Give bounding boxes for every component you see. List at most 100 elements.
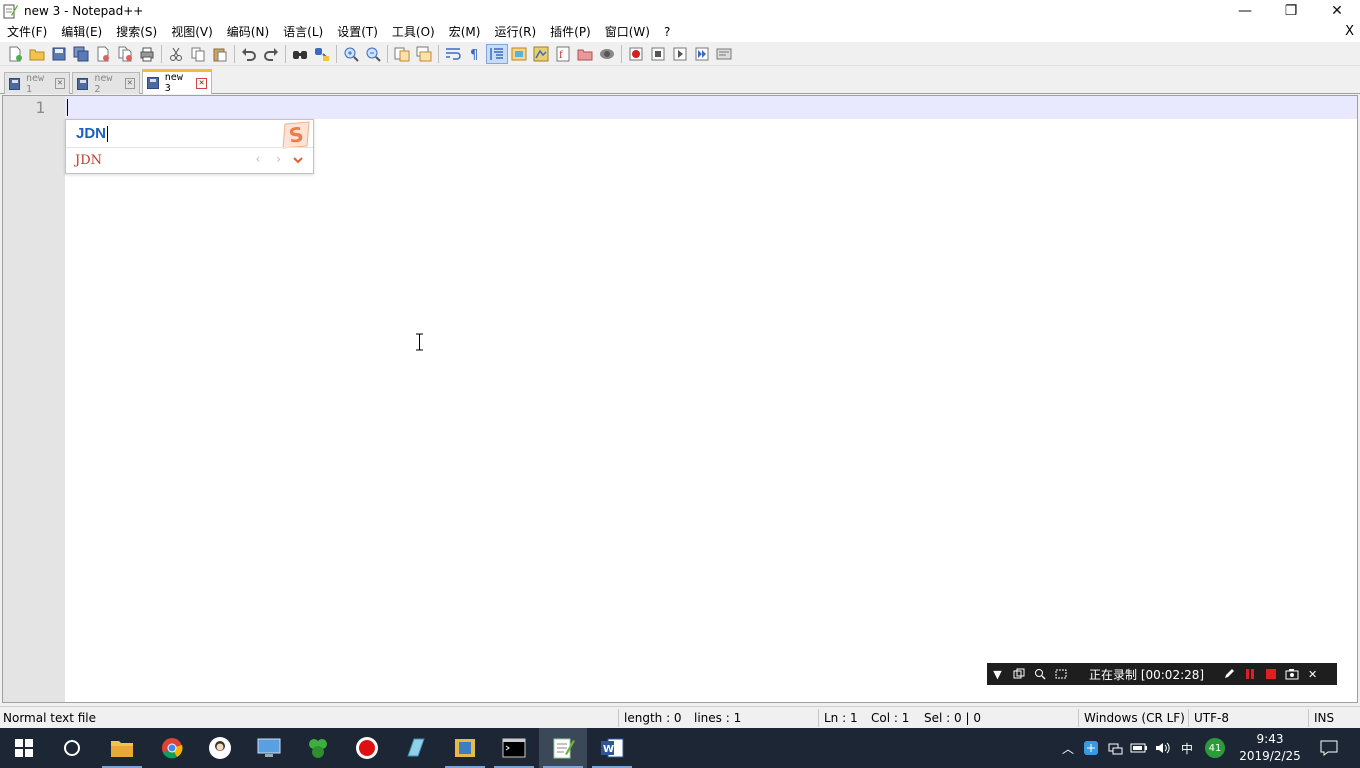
close-document-button[interactable]: X: [1345, 22, 1354, 42]
paste-icon[interactable]: [209, 44, 231, 64]
title-bar: new 3 - Notepad++ — ❐ ✕: [0, 0, 1360, 22]
word-icon[interactable]: W: [588, 728, 636, 768]
volume-icon[interactable]: [1152, 728, 1174, 768]
folder-as-workspace-icon[interactable]: [574, 44, 596, 64]
tab-new-1[interactable]: new 1 ✕: [4, 72, 70, 95]
toolbar-separator: [621, 44, 622, 63]
sync-vertical-icon[interactable]: [391, 44, 413, 64]
menu-settings[interactable]: 设置(T): [330, 22, 385, 42]
function-list-icon[interactable]: f: [552, 44, 574, 64]
terminal-icon[interactable]: [490, 728, 538, 768]
avatar-app-icon[interactable]: [196, 728, 244, 768]
tab-close-icon[interactable]: ✕: [54, 78, 65, 89]
stop-icon[interactable]: [1260, 663, 1281, 685]
status-separator: [1078, 709, 1079, 727]
save-all-icon[interactable]: [70, 44, 92, 64]
tab-new-2[interactable]: new 2 ✕: [72, 72, 140, 95]
zoom-out-icon[interactable]: [362, 44, 384, 64]
svg-text:¶: ¶: [470, 48, 478, 62]
menu-encoding[interactable]: 编码(N): [220, 22, 276, 42]
ime-page-nav[interactable]: ‹ ›: [256, 152, 287, 166]
replace-icon[interactable]: [311, 44, 333, 64]
menu-file[interactable]: 文件(F): [0, 22, 54, 42]
file-icon: [77, 77, 89, 90]
menu-plugins[interactable]: 插件(P): [543, 22, 598, 42]
notification-icon[interactable]: [1314, 728, 1344, 768]
save-icon[interactable]: [48, 44, 70, 64]
find-icon[interactable]: [289, 44, 311, 64]
tray-app-icon[interactable]: [1080, 728, 1102, 768]
start-button-icon[interactable]: [0, 728, 48, 768]
monitoring-icon[interactable]: [596, 44, 618, 64]
chevron-down-icon[interactable]: [291, 152, 305, 168]
menu-window[interactable]: 窗口(W): [598, 22, 657, 42]
status-separator: [818, 709, 819, 727]
status-encoding[interactable]: UTF-8: [1194, 707, 1229, 729]
close-all-icon[interactable]: [114, 44, 136, 64]
toolbar-separator: [285, 44, 286, 63]
file-explorer-icon[interactable]: [98, 728, 146, 768]
cut-icon[interactable]: [165, 44, 187, 64]
undo-icon[interactable]: [238, 44, 260, 64]
window-mode-icon[interactable]: [1008, 663, 1029, 685]
print-icon[interactable]: [136, 44, 158, 64]
recorder-app-icon[interactable]: [343, 728, 391, 768]
badge-icon[interactable]: 41: [1202, 728, 1228, 768]
tray-expand-icon[interactable]: ︿: [1058, 728, 1078, 768]
green-app-icon[interactable]: [294, 728, 342, 768]
copy-icon[interactable]: [187, 44, 209, 64]
sync-horizontal-icon[interactable]: [413, 44, 435, 64]
chrome-icon[interactable]: [148, 728, 196, 768]
pen-icon[interactable]: [1218, 663, 1239, 685]
camera-icon[interactable]: [1281, 663, 1302, 685]
word-wrap-icon[interactable]: [442, 44, 464, 64]
menu-view[interactable]: 视图(V): [164, 22, 220, 42]
menu-help[interactable]: ?: [657, 22, 677, 42]
tab-new-3[interactable]: new 3 ✕: [142, 69, 212, 94]
close-file-icon[interactable]: [92, 44, 114, 64]
notepadpp-taskbar-icon[interactable]: [539, 728, 587, 768]
save-macro-icon[interactable]: [713, 44, 735, 64]
zoom-in-icon[interactable]: [340, 44, 362, 64]
status-eol[interactable]: Windows (CR LF): [1084, 707, 1185, 729]
open-file-icon[interactable]: [26, 44, 48, 64]
pause-icon[interactable]: [1239, 663, 1260, 685]
status-insert-mode[interactable]: INS: [1314, 707, 1334, 729]
writer-app-icon[interactable]: [392, 728, 440, 768]
user-defined-language-icon[interactable]: [508, 44, 530, 64]
tab-close-icon[interactable]: ✕: [196, 77, 207, 89]
search-icon[interactable]: [48, 728, 96, 768]
play-macro-icon[interactable]: [669, 44, 691, 64]
new-file-icon[interactable]: [4, 44, 26, 64]
record-macro-icon[interactable]: [625, 44, 647, 64]
menu-macro[interactable]: 宏(M): [442, 22, 488, 42]
tab-bar: new 1 ✕ new 2 ✕ new 3 ✕: [0, 68, 1360, 95]
close-button[interactable]: ✕: [1314, 0, 1360, 22]
menu-edit[interactable]: 编辑(E): [54, 22, 109, 42]
minimize-button[interactable]: —: [1222, 0, 1268, 22]
document-map-icon[interactable]: [530, 44, 552, 64]
ime-indicator[interactable]: 中: [1176, 728, 1198, 768]
show-all-chars-icon[interactable]: ¶: [464, 44, 486, 64]
menu-run[interactable]: 运行(R): [487, 22, 543, 42]
dropdown-icon[interactable]: ▼: [987, 663, 1008, 685]
stop-record-icon[interactable]: [647, 44, 669, 64]
menu-tools[interactable]: 工具(O): [385, 22, 442, 42]
region-select-icon[interactable]: [1050, 663, 1071, 685]
frame-app-icon[interactable]: [441, 728, 489, 768]
maximize-button[interactable]: ❐: [1268, 0, 1314, 22]
menu-search[interactable]: 搜索(S): [109, 22, 164, 42]
menu-language[interactable]: 语言(L): [276, 22, 330, 42]
close-recorder-icon[interactable]: ✕: [1302, 663, 1323, 685]
indent-guide-icon[interactable]: [486, 43, 508, 64]
tab-close-icon[interactable]: ✕: [124, 78, 135, 89]
magnifier-icon[interactable]: [1029, 663, 1050, 685]
ime-candidate-1[interactable]: JDN: [75, 153, 102, 168]
remote-desktop-icon[interactable]: [245, 728, 293, 768]
network-icon[interactable]: [1104, 728, 1126, 768]
clock[interactable]: 9:43 2019/2/25: [1232, 731, 1308, 765]
editor-area[interactable]: 1: [2, 95, 1358, 703]
run-macro-multiple-icon[interactable]: [691, 44, 713, 64]
redo-icon[interactable]: [260, 44, 282, 64]
battery-icon[interactable]: [1128, 728, 1150, 768]
